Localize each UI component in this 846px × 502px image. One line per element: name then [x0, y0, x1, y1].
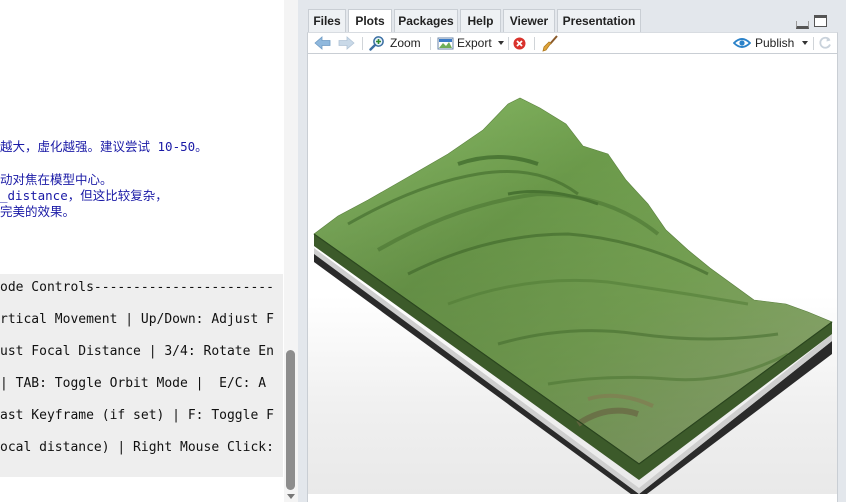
tab-packages[interactable]: Packages: [394, 9, 458, 32]
toolbar-separator: [508, 37, 509, 50]
code-line: 完美的效果。: [0, 204, 76, 219]
console-line: ust Focal Distance | 3/4: Rotate En: [0, 344, 274, 359]
chevron-down-icon: [497, 41, 504, 45]
publish-eye-icon: [732, 36, 752, 50]
minimize-pane-icon[interactable]: [796, 21, 809, 29]
refresh-button[interactable]: [818, 33, 834, 53]
tab-help[interactable]: Help: [460, 9, 501, 32]
remove-circle-icon: [513, 37, 526, 50]
console-line: ocal distance) | Right Mouse Click:: [0, 440, 274, 455]
console-line: | TAB: Toggle Orbit Mode | E/C: A: [0, 376, 267, 391]
toolbar-separator: [813, 37, 814, 50]
tab-plots[interactable]: Plots: [348, 9, 392, 33]
publish-label: Publish: [755, 36, 795, 50]
console-scrollbar[interactable]: [284, 0, 298, 502]
image-export-icon: [437, 35, 454, 51]
toolbar-separator: [362, 37, 363, 50]
console-line: rtical Movement | Up/Down: Adjust F: [0, 312, 274, 327]
code-line: 越大，虚化越强。建议尝试 10-50。: [0, 139, 208, 154]
refresh-icon: [818, 36, 832, 50]
publish-menu-button[interactable]: Publish: [732, 33, 809, 53]
chevron-down-icon: [802, 41, 809, 45]
plot-footer: [307, 494, 838, 502]
tab-files[interactable]: Files: [308, 9, 346, 32]
scroll-down-arrow-icon[interactable]: [287, 494, 295, 499]
console-line: ode Controls-----------------------: [0, 280, 274, 295]
toolbar-separator: [430, 37, 431, 50]
tab-presentation[interactable]: Presentation: [557, 9, 641, 32]
code-line: _distance，但这比较复杂，: [0, 188, 168, 203]
console-output[interactable]: ode Controls----------------------- rtic…: [0, 274, 283, 477]
terrain-3d-plot: [313, 97, 833, 500]
arrow-left-icon[interactable]: [314, 33, 332, 53]
console-line: ast Keyframe (if set) | F: Toggle F: [0, 408, 274, 423]
arrow-right-icon[interactable]: [338, 33, 356, 53]
scrollbar-thumb[interactable]: [286, 350, 295, 490]
broom-icon: [542, 34, 559, 52]
clear-all-plots-button[interactable]: [542, 33, 560, 53]
zoom-label: Zoom: [390, 36, 421, 50]
remove-plot-button[interactable]: [513, 33, 529, 53]
magnifier-plus-icon: [369, 35, 385, 51]
zoom-button[interactable]: Zoom: [369, 33, 425, 53]
maximize-pane-icon[interactable]: [814, 15, 827, 27]
plots-toolbar: Zoom Export Publish: [307, 32, 838, 54]
export-label: Export: [457, 36, 492, 50]
plots-pane: Files Plots Packages Help Viewer Present…: [307, 0, 846, 502]
code-line: 动对焦在模型中心。: [0, 172, 113, 187]
toolbar-separator: [534, 37, 535, 50]
pane-tabs: Files Plots Packages Help Viewer Present…: [307, 9, 838, 33]
source-console-pane: 越大，虚化越强。建议尝试 10-50。 动对焦在模型中心。 _distance，…: [0, 0, 283, 502]
code-editor[interactable]: 越大，虚化越强。建议尝试 10-50。 动对焦在模型中心。 _distance，…: [0, 0, 283, 272]
export-menu-button[interactable]: Export: [437, 33, 504, 53]
pane-splitter[interactable]: [298, 0, 307, 502]
tab-viewer[interactable]: Viewer: [503, 9, 555, 32]
plot-viewer[interactable]: [307, 54, 838, 500]
